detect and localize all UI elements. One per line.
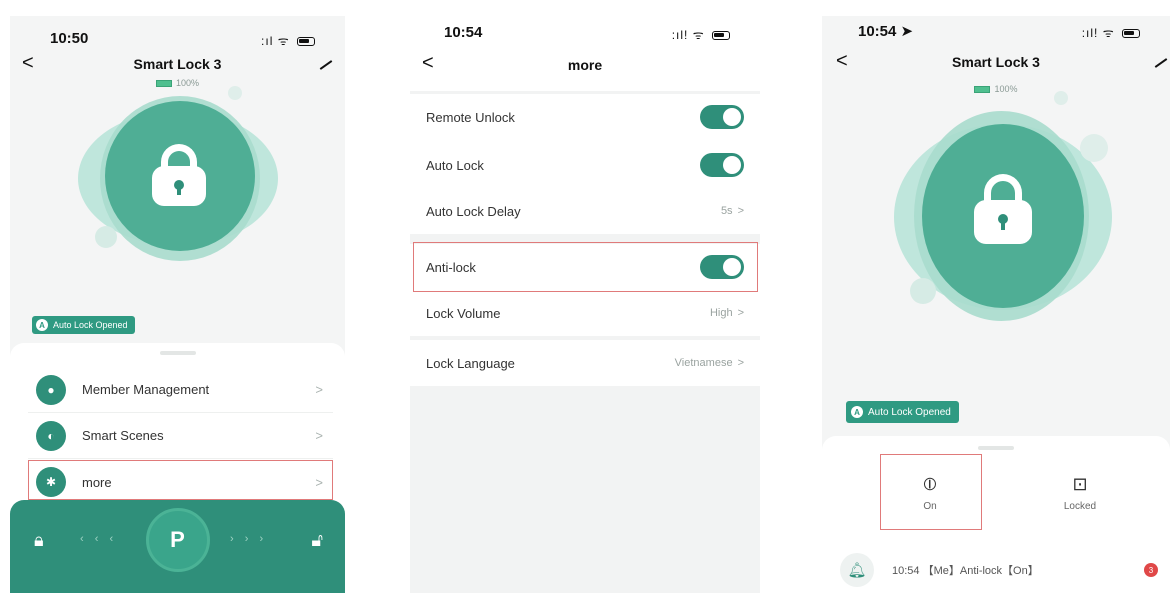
lock-state-control[interactable]: ⊡ Locked	[1030, 474, 1130, 512]
chevron-right-icon: >	[737, 205, 744, 217]
setting-label: Lock Language	[426, 355, 515, 371]
setting-label: Lock Volume	[426, 305, 501, 321]
settings-group: Anti-lock Lock Volume High >	[410, 242, 760, 336]
setting-label: Auto Lock Delay	[426, 203, 521, 219]
status-time: 10:54 ➤	[858, 23, 914, 40]
anti-lock-toggle[interactable]	[700, 255, 744, 279]
log-text: 10:54 【Me】Anti-lock【On】	[892, 565, 1039, 577]
chevron-right-icon: >	[737, 357, 744, 369]
unlock-control-bar: 🔒︎ ‹ ‹ ‹ P › › › 🔓︎	[10, 500, 345, 593]
bell-icon: 🔔︎	[840, 553, 874, 587]
status-time: 10:54	[444, 24, 483, 41]
chevron-right-icon: >	[737, 307, 744, 319]
remote-unlock-toggle[interactable]	[700, 105, 744, 129]
signal-wifi-icon: :ıl ᯤ	[261, 34, 290, 48]
battery-status-icon	[297, 37, 315, 47]
setting-lock-volume[interactable]: Lock Volume High >	[410, 290, 760, 336]
auto-lock-status-badge: A Auto Lock Opened	[846, 401, 959, 423]
page-title: Smart Lock 3	[952, 54, 1040, 70]
toggle-icon: ◐	[36, 420, 66, 451]
setting-auto-lock-delay[interactable]: Auto Lock Delay 5s >	[410, 188, 760, 234]
bottom-sheet: ⦶ On ⊡ Locked 🔔︎ 10:54 【Me】Anti-lock【On】…	[822, 436, 1170, 593]
setting-value: High >	[709, 307, 744, 319]
lock-closed-icon[interactable]: 🔒︎	[34, 530, 44, 551]
setting-label: Anti-lock	[426, 259, 476, 275]
slide-left-arrows: ‹ ‹ ‹	[80, 533, 118, 545]
battery-icon	[155, 80, 172, 88]
setting-remote-unlock: Remote Unlock	[410, 94, 760, 140]
chevron-right-icon: >	[315, 382, 323, 397]
setting-anti-lock: Anti-lock	[410, 244, 760, 290]
decor-dot	[95, 226, 117, 248]
status-icons: :ıl ᯤ	[261, 32, 315, 49]
signal-wifi-icon: :ıl! ᯤ	[1081, 26, 1115, 40]
page-title: Smart Lock 3	[133, 56, 222, 72]
menu-item-label: more	[82, 474, 112, 490]
setting-label: Remote Unlock	[426, 109, 515, 125]
battery-status-icon	[1122, 29, 1140, 39]
auto-icon: A	[851, 406, 863, 418]
lock-open-icon[interactable]: 🔓︎	[311, 530, 323, 551]
signal-wifi-icon: :ıl! ᯤ	[671, 28, 705, 42]
key-icon: P	[170, 527, 185, 552]
setting-lock-language[interactable]: Lock Language Vietnamese >	[410, 340, 760, 386]
auto-lock-status-badge: A Auto Lock Opened	[32, 316, 135, 334]
menu-item-member-management[interactable]: ● Member Management >	[28, 367, 333, 413]
lock-state-icon: ⊡	[1072, 474, 1088, 494]
slide-right-arrows: › › ›	[230, 533, 268, 545]
badge-label: Auto Lock Opened	[53, 320, 128, 330]
battery-level: 100%	[994, 84, 1018, 94]
padlock-icon[interactable]	[974, 174, 1032, 244]
setting-auto-lock: Auto Lock	[410, 142, 760, 188]
badge-label: Auto Lock Opened	[868, 406, 951, 418]
status-icons: :ıl! ᯤ	[672, 26, 730, 43]
phone-screen-more-settings: 10:54 :ıl! ᯤ < more Remote Unlock Auto L…	[410, 16, 760, 593]
gear-icon: ✱	[36, 467, 66, 497]
anti-lock-control[interactable]: ⦶ On	[880, 474, 980, 512]
decor-dot	[1080, 134, 1108, 162]
menu-item-label: Smart Scenes	[82, 428, 164, 443]
auto-lock-toggle[interactable]	[700, 153, 744, 177]
setting-value: Vietnamese >	[674, 357, 744, 369]
battery-status-icon	[712, 31, 730, 41]
chevron-right-icon: >	[315, 474, 323, 490]
settings-group: Remote Unlock Auto Lock Auto Lock Delay …	[410, 94, 760, 234]
log-entry[interactable]: 🔔︎ 10:54 【Me】Anti-lock【On】 3	[840, 550, 1170, 590]
phone-screen-lock-status: 10:54 ➤ :ıl! ᯤ < Smart Lock 3 100% A Aut…	[822, 16, 1170, 593]
phone-screen-lock-home: 10:50 :ıl ᯤ < Smart Lock 3 100% A Auto L…	[10, 16, 345, 593]
sheet-handle[interactable]	[978, 446, 1014, 450]
decor-dot	[228, 86, 242, 100]
battery-level: 100%	[175, 78, 200, 88]
menu-item-smart-scenes[interactable]: ◐ Smart Scenes >	[28, 413, 333, 459]
control-label: Locked	[1063, 501, 1097, 512]
notification-badge: 3	[1144, 563, 1158, 577]
decor-dot	[910, 278, 936, 304]
battery-icon	[974, 86, 991, 94]
lock-battery: 100%	[822, 84, 1170, 94]
lock-battery: 100%	[10, 78, 345, 88]
settings-group: Lock Language Vietnamese >	[410, 340, 760, 386]
padlock-icon[interactable]	[152, 144, 206, 206]
sheet-handle[interactable]	[159, 351, 196, 355]
status-icons: :ıl! ᯤ	[1082, 24, 1140, 41]
page-title: more	[567, 57, 603, 73]
setting-value: 5s >	[720, 205, 744, 217]
setting-label: Auto Lock	[426, 157, 484, 173]
control-label: On	[923, 501, 937, 512]
anti-lock-icon: ⦶	[923, 474, 937, 494]
decor-dot	[1054, 91, 1068, 105]
status-time: 10:50	[50, 30, 89, 47]
user-icon: ●	[36, 374, 66, 405]
chevron-right-icon: >	[315, 428, 323, 443]
menu-item-label: Member Management	[82, 382, 210, 397]
menu-item-more[interactable]: ✱ more >	[28, 459, 333, 505]
auto-icon: A	[36, 319, 48, 331]
slide-unlock-button[interactable]: P	[145, 508, 210, 572]
